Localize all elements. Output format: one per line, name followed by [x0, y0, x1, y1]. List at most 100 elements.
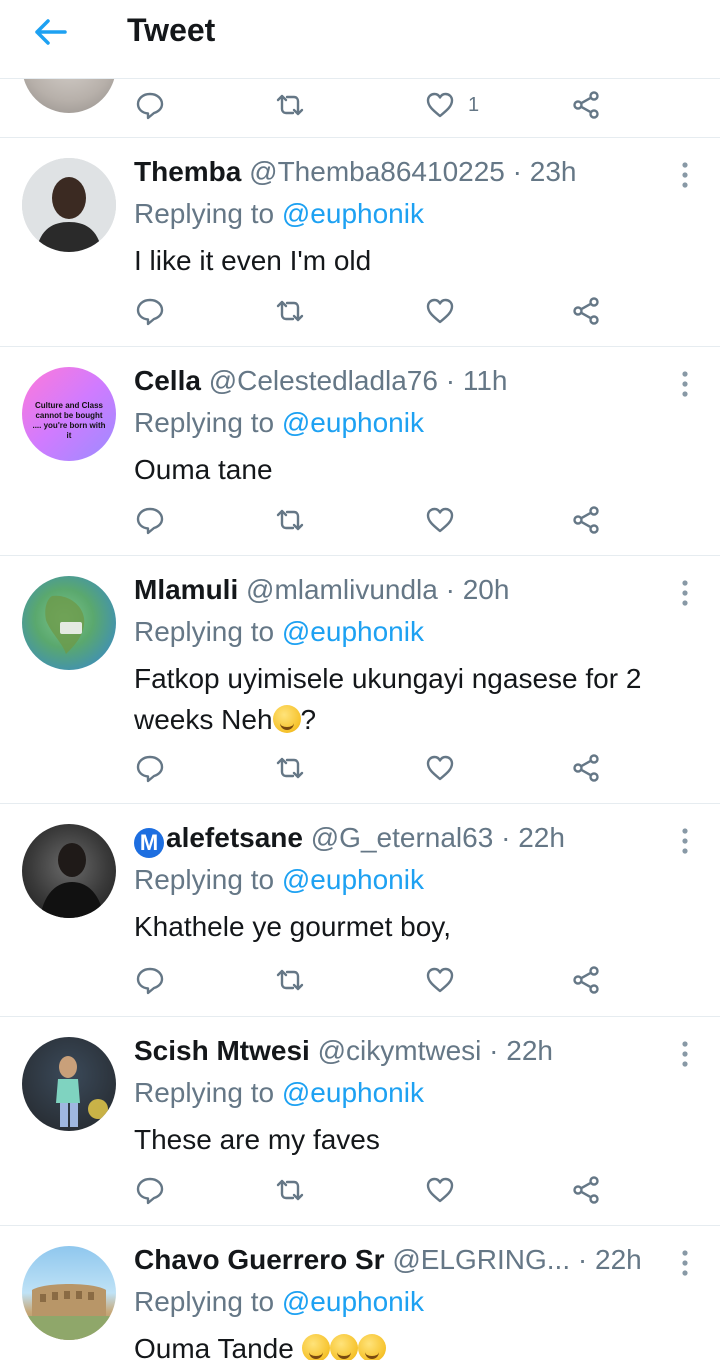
tweet-text: Fatkop uyimisele ukungayi ngasese for 2 …	[134, 658, 694, 740]
retweet-icon	[276, 300, 304, 322]
reply-button[interactable]	[134, 87, 166, 123]
retweet-button[interactable]	[274, 87, 306, 123]
tweet-text-body: Fatkop uyimisele ukungayi ngasese for 2 …	[134, 663, 642, 735]
retweet-button[interactable]	[274, 502, 306, 538]
like-button[interactable]	[424, 1172, 456, 1208]
like-button[interactable]	[424, 293, 456, 329]
more-vertical-icon[interactable]	[678, 1248, 692, 1278]
retweet-icon	[276, 969, 304, 991]
like-button[interactable]	[424, 962, 456, 998]
tweet-actions	[134, 750, 614, 786]
avatar-caption: Culture and Class cannot be bought .... …	[32, 401, 106, 440]
tweet-text: These are my faves	[134, 1124, 380, 1155]
page-title: Tweet	[127, 12, 216, 48]
tweet-text: I like it even I'm old	[134, 245, 372, 276]
tweet[interactable]: Malefetsane @G_eternal63 · 22h Replying …	[0, 804, 720, 1017]
handle[interactable]: @Themba86410225	[249, 156, 505, 187]
tweet[interactable]: Themba @Themba86410225 · 23h Replying to…	[0, 138, 720, 347]
retweet-button[interactable]	[274, 962, 306, 998]
reply-button[interactable]	[134, 962, 166, 998]
retweet-button[interactable]	[274, 1172, 306, 1208]
share-button[interactable]	[570, 962, 602, 998]
like-count: 1	[468, 93, 480, 116]
separator-dot: ·	[489, 1035, 499, 1066]
display-name[interactable]: Themba	[134, 156, 241, 187]
more-vertical-icon[interactable]	[678, 826, 692, 856]
reply-button[interactable]	[134, 293, 166, 329]
tweet[interactable]: Scish Mtwesi @cikymtwesi · 22h Replying …	[0, 1017, 720, 1226]
handle[interactable]: @Celestedladla76	[209, 365, 438, 396]
mention-link[interactable]: @euphonik	[282, 407, 424, 438]
mention-link[interactable]: @euphonik	[282, 1286, 424, 1317]
mention-link[interactable]: @euphonik	[282, 864, 424, 895]
avatar[interactable]	[22, 1037, 116, 1131]
retweet-icon	[276, 757, 304, 779]
reply-button[interactable]	[134, 750, 166, 786]
timestamp[interactable]: 11h	[463, 365, 508, 396]
tweet-actions: 1	[134, 87, 614, 123]
tweet[interactable]: Chavo Guerrero Sr @ELGRING... · 22h Repl…	[0, 1226, 720, 1360]
avatar[interactable]	[22, 158, 116, 252]
timestamp[interactable]: 20h	[463, 574, 510, 605]
like-button[interactable]	[424, 502, 456, 538]
replying-prefix: Replying to	[134, 864, 282, 895]
reply-button[interactable]	[134, 502, 166, 538]
handle[interactable]: @mlamlivundla	[246, 574, 438, 605]
avatar[interactable]: Culture and Class cannot be bought .... …	[22, 367, 116, 461]
replying-to: Replying to @euphonik	[134, 196, 424, 232]
top-app-bar: Tweet	[0, 0, 720, 79]
separator-dot: ·	[577, 1244, 588, 1275]
timestamp[interactable]: 22h	[518, 822, 565, 853]
display-name[interactable]: Scish Mtwesi	[134, 1035, 310, 1066]
more-vertical-icon[interactable]	[678, 160, 692, 190]
tweet-actions	[134, 293, 614, 329]
share-icon	[573, 91, 599, 119]
retweet-button[interactable]	[274, 750, 306, 786]
reply-button[interactable]	[134, 1172, 166, 1208]
like-button[interactable]: 1	[424, 87, 479, 123]
back-arrow-icon[interactable]	[32, 18, 68, 46]
display-name[interactable]: Cella	[134, 365, 201, 396]
handle[interactable]: @cikymtwesi	[318, 1035, 482, 1066]
reply-icon	[136, 92, 164, 120]
share-button[interactable]	[570, 1172, 602, 1208]
replying-prefix: Replying to	[134, 407, 282, 438]
retweet-button[interactable]	[274, 293, 306, 329]
replying-to: Replying to @euphonik	[134, 862, 424, 898]
avatar[interactable]	[22, 824, 116, 918]
more-vertical-icon[interactable]	[678, 1039, 692, 1069]
replying-to: Replying to @euphonik	[134, 1284, 424, 1320]
share-button[interactable]	[570, 502, 602, 538]
tweet-text: Khathele ye gourmet boy,	[134, 911, 452, 942]
badge-m-icon: M	[134, 828, 164, 858]
handle[interactable]: @ELGRING...	[392, 1244, 570, 1275]
display-name[interactable]: alefetsane	[166, 822, 303, 853]
mention-link[interactable]: @euphonik	[282, 616, 424, 647]
handle[interactable]: @G_eternal63	[311, 822, 494, 853]
display-name[interactable]: Mlamuli	[134, 574, 238, 605]
timestamp[interactable]: 23h	[530, 156, 577, 187]
tweet-text: Ouma Tande	[134, 1328, 694, 1360]
timestamp[interactable]: 22h	[595, 1244, 642, 1275]
share-button[interactable]	[570, 750, 602, 786]
retweet-icon	[276, 1179, 304, 1201]
separator-dot: ·	[445, 574, 455, 605]
avatar[interactable]	[22, 1246, 116, 1340]
mention-link[interactable]: @euphonik	[282, 1077, 424, 1108]
like-button[interactable]	[424, 750, 456, 786]
avatar[interactable]	[22, 79, 116, 113]
tweet[interactable]: Culture and Class cannot be bought .... …	[0, 347, 720, 556]
tweet-actions	[134, 502, 614, 538]
display-name[interactable]: Chavo Guerrero Sr	[134, 1244, 385, 1275]
thinking-face-emoji-icon	[272, 705, 301, 733]
share-button[interactable]	[570, 293, 602, 329]
more-vertical-icon[interactable]	[678, 369, 692, 399]
share-button[interactable]	[570, 87, 602, 123]
tweet-actions	[134, 962, 614, 998]
more-vertical-icon[interactable]	[678, 578, 692, 608]
avatar[interactable]	[22, 576, 116, 670]
mention-link[interactable]: @euphonik	[282, 198, 424, 229]
replying-prefix: Replying to	[134, 1077, 282, 1108]
timestamp[interactable]: 22h	[506, 1035, 553, 1066]
tweet[interactable]: Mlamuli @mlamlivundla · 20h Replying to …	[0, 556, 720, 804]
